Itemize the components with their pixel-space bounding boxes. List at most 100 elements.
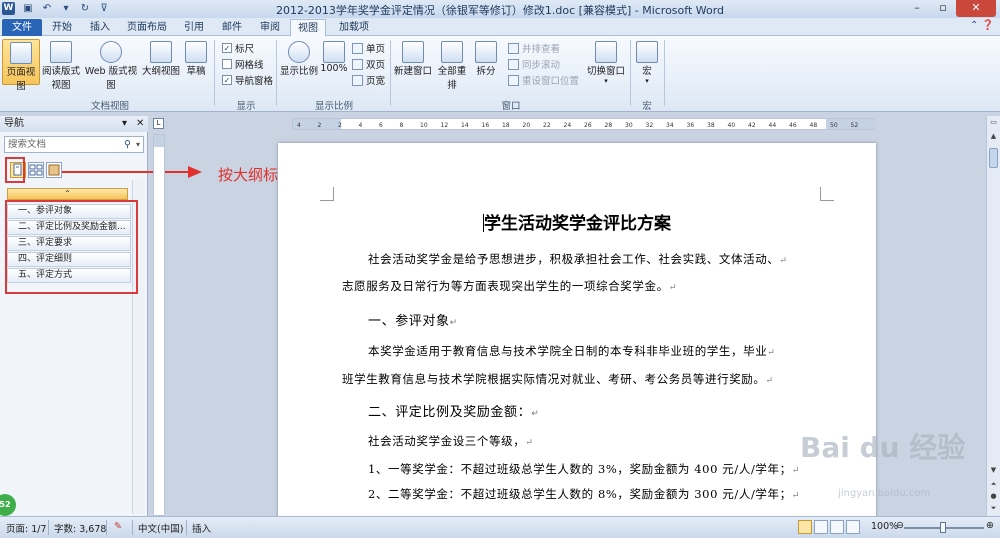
zoom-level[interactable]: 100% <box>871 521 898 532</box>
redo-icon[interactable]: ↻ <box>77 1 93 17</box>
undo-dropdown-icon[interactable]: ▾ <box>58 1 74 17</box>
paragraph-mark: ↵ <box>765 376 774 386</box>
maximize-button[interactable]: ▫ <box>930 0 956 17</box>
new-window-button[interactable]: 新建窗口 <box>394 39 432 85</box>
document-paragraph-line[interactable]: 社会活动奖学金是给予思想进步，积极承担社会工作、社会实践、文体活动、↵ <box>368 251 788 267</box>
heading-item[interactable]: 三、评定要求 <box>7 236 131 251</box>
zoom-slider-thumb[interactable] <box>940 522 946 533</box>
word-app-icon[interactable]: W <box>2 2 15 15</box>
ruler-tick-label: 42 <box>748 122 756 129</box>
heading-item[interactable]: 四、评定细则 <box>7 252 131 267</box>
reset-window-position-button[interactable]: 重设窗口位置 <box>508 73 579 87</box>
tab-references[interactable]: 引用 <box>180 19 208 36</box>
document-paragraph-line[interactable]: 1、一等奖学金：不超过班级总学生人数的 3%，奖励金额为 400 元/人/学年；… <box>368 461 800 477</box>
vertical-ruler[interactable] <box>153 134 165 516</box>
ruler-tick-label: 26 <box>584 122 592 129</box>
document-paragraph-line[interactable]: 2、二等奖学金：不超过班级总学生人数的 8%，奖励金额为 300 元/人/学年；… <box>368 486 800 502</box>
gridlines-check-icon[interactable] <box>222 59 232 69</box>
search-options-icon[interactable]: ▾ <box>136 137 140 152</box>
scroll-down-icon[interactable]: ▼ <box>987 464 1000 476</box>
nav-pane-close-icon[interactable]: ✕ <box>136 116 144 132</box>
gridlines-checkbox[interactable]: 网格线 <box>222 57 264 71</box>
heading-item[interactable]: 一、参评对象 <box>7 204 131 219</box>
tab-insert[interactable]: 插入 <box>86 19 114 36</box>
navigation-pane-check-icon[interactable]: ✓ <box>222 75 232 85</box>
tab-page-layout[interactable]: 页面布局 <box>122 19 172 36</box>
nav-search-input[interactable]: 搜索文档 ⚲ ▾ <box>4 136 144 153</box>
status-word-count[interactable]: 字数: 3,678 <box>54 521 106 535</box>
save-icon[interactable]: ▣ <box>20 1 36 17</box>
nav-scrollbar[interactable] <box>132 180 144 514</box>
status-language[interactable]: 中文(中国) <box>138 521 183 535</box>
zoom-button[interactable]: 显示比例 <box>280 39 318 85</box>
one-page-button[interactable]: 单页 <box>352 41 385 55</box>
outline-view-icon[interactable] <box>846 520 860 534</box>
view-side-by-side-button[interactable]: 并排查看 <box>508 41 560 55</box>
tab-review[interactable]: 审阅 <box>256 19 284 36</box>
proofing-icon[interactable]: ✎ <box>114 521 122 532</box>
outline-button[interactable]: 大纲视图 <box>142 39 180 85</box>
heading-item[interactable]: 五、评定方式 <box>7 268 131 283</box>
page-width-button[interactable]: 页宽 <box>352 73 385 87</box>
close-button[interactable]: ✕ <box>956 0 996 17</box>
horizontal-ruler[interactable]: 4 2 2 4 6 8 10 12 14 16 18 20 22 24 26 28 30 32 34 36 38 40 42… <box>292 118 876 130</box>
tab-file[interactable]: 文件 <box>2 19 42 36</box>
document-heading[interactable]: 二、评定比例及奖励金额：↵ <box>368 401 539 420</box>
document-page[interactable]: 学生活动奖学金评比方案 社会活动奖学金是给予思想进步，积极承担社会工作、社会实践… <box>278 143 876 523</box>
web-layout-view-icon[interactable] <box>830 520 844 534</box>
macros-button[interactable]: 宏 ▾ <box>634 39 660 91</box>
zoom-out-icon[interactable]: ⊖ <box>896 520 904 531</box>
zoom-100-button[interactable]: 100% <box>320 39 348 85</box>
document-paragraph-line[interactable]: 班学生教育信息与技术学院根据实际情况对就业、考研、考公务员等进行奖励。↵ <box>342 371 774 387</box>
full-screen-reading-view-icon[interactable] <box>814 520 828 534</box>
ruler-toggle-icon[interactable]: ▭ <box>987 116 1000 128</box>
window-controls: – ▫ ✕ <box>904 0 996 17</box>
customize-qat-icon[interactable]: ⊽ <box>96 1 112 17</box>
tab-addins[interactable]: 加载项 <box>334 19 374 36</box>
print-layout-button[interactable]: 页面视图 <box>2 39 40 92</box>
document-paragraph-line[interactable]: 志愿服务及日常行为等方面表现突出学生的一项综合奖学金。↵ <box>342 278 677 294</box>
status-page-count[interactable]: 页面: 1/7 <box>6 521 47 535</box>
zoom-in-icon[interactable]: ⊕ <box>986 520 994 531</box>
browse-pages-tab[interactable] <box>28 162 44 178</box>
browse-headings-tab[interactable] <box>10 162 26 178</box>
browse-results-tab[interactable] <box>46 162 62 178</box>
switch-windows-button[interactable]: 切换窗口 ▾ <box>586 39 626 91</box>
ruler-tick-label: 4 <box>359 122 363 129</box>
ruler-check-icon[interactable]: ✓ <box>222 43 232 53</box>
ribbon-help-icons[interactable]: ⌃ ❓ <box>970 20 994 31</box>
nav-pane-menu-icon[interactable]: ▾ <box>122 116 127 132</box>
heading-item[interactable]: 二、评定比例及奖励金额... <box>7 220 131 235</box>
undo-icon[interactable]: ↶ <box>39 1 55 17</box>
scroll-thumb[interactable] <box>989 148 998 168</box>
previous-page-icon[interactable]: ⏶ <box>987 478 1000 490</box>
print-layout-view-icon[interactable] <box>798 520 812 534</box>
split-button[interactable]: 拆分 <box>472 39 500 85</box>
draft-button[interactable]: 草稿 <box>182 39 210 85</box>
browse-object-icon[interactable]: ● <box>987 490 1000 502</box>
document-title[interactable]: 学生活动奖学金评比方案 <box>278 209 876 234</box>
next-page-icon[interactable]: ⏷ <box>987 502 1000 514</box>
ribbon-view: 页面视图 阅读版式视图 Web 版式视图 大纲视图 草稿 文档视图 ✓ 标尺 网格… <box>0 36 1000 112</box>
tab-view[interactable]: 视图 <box>290 19 326 36</box>
synchronous-scrolling-button[interactable]: 同步滚动 <box>508 57 560 71</box>
full-screen-reading-button[interactable]: 阅读版式视图 <box>42 39 80 93</box>
search-icon[interactable]: ⚲ <box>124 137 131 152</box>
arrange-all-button[interactable]: 全部重排 <box>434 39 470 91</box>
scroll-up-icon[interactable]: ▲ <box>987 130 1000 142</box>
quick-access-toolbar: ▣ ↶ ▾ ↻ ⊽ <box>20 1 112 17</box>
collapse-headings-button[interactable]: ⌃ <box>7 188 128 200</box>
navigation-pane-checkbox[interactable]: ✓ 导航窗格 <box>222 73 273 87</box>
document-paragraph-line[interactable]: 本奖学金适用于教育信息与技术学院全日制的本专科非毕业班的学生，毕业↵ <box>368 343 775 359</box>
two-pages-button[interactable]: 双页 <box>352 57 385 71</box>
ruler-checkbox[interactable]: ✓ 标尺 <box>222 41 254 55</box>
status-insert-mode[interactable]: 插入 <box>192 521 211 535</box>
document-heading[interactable]: 一、参评对象↵ <box>368 310 458 329</box>
minimize-button[interactable]: – <box>904 0 930 17</box>
document-paragraph-line[interactable]: 社会活动奖学金设三个等级，↵ <box>368 433 533 449</box>
tab-home[interactable]: 开始 <box>48 19 76 36</box>
tab-mailings[interactable]: 邮件 <box>218 19 246 36</box>
tab-selector[interactable]: L <box>153 118 164 129</box>
document-vertical-scrollbar[interactable]: ▭ ▲ ▼ ⏶ ● ⏷ <box>986 116 1000 516</box>
web-layout-button[interactable]: Web 版式视图 <box>82 39 140 91</box>
